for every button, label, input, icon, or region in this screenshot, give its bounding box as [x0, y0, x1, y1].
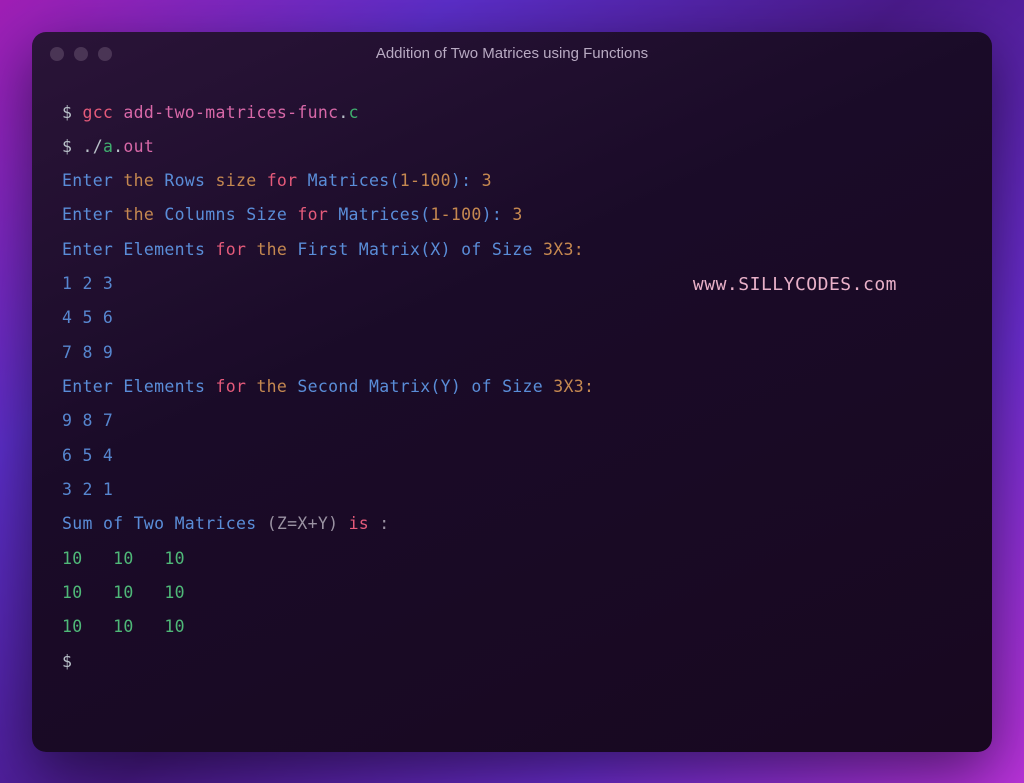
matrix-input-row: 4 5 6: [62, 301, 962, 335]
text: Elements: [123, 240, 205, 259]
text: 1-100: [430, 205, 481, 224]
text: Matrices: [175, 514, 257, 533]
out: out: [123, 137, 154, 156]
result-row: 10 10 10: [62, 610, 962, 644]
text: Rows: [164, 171, 205, 190]
text: Second: [297, 377, 358, 396]
terminal-window: Addition of Two Matrices using Functions…: [32, 32, 992, 752]
text: Sum: [62, 514, 93, 533]
text: First: [297, 240, 348, 259]
text: Enter: [62, 171, 113, 190]
first-matrix-prompt: Enter Elements for the First Matrix(X) o…: [62, 233, 962, 267]
close-icon[interactable]: [50, 47, 64, 61]
text: Columns: [164, 205, 236, 224]
text: Two: [134, 514, 165, 533]
text: the: [123, 171, 154, 190]
text: Elements: [123, 377, 205, 396]
text: 3X3:: [543, 240, 584, 259]
traffic-lights: [50, 47, 112, 61]
matrix-input-row: 6 5 4: [62, 439, 962, 473]
text: the: [256, 240, 287, 259]
text: Enter: [62, 205, 113, 224]
text: of: [103, 514, 123, 533]
text: for: [216, 240, 247, 259]
text: 1-100: [400, 171, 451, 190]
text: ):: [451, 171, 482, 190]
second-matrix-prompt: Enter Elements for the Second Matrix(Y) …: [62, 370, 962, 404]
window-title: Addition of Two Matrices using Functions: [32, 45, 992, 62]
rows-prompt-line: Enter the Rows size for Matrices(1-100):…: [62, 164, 962, 198]
matrix-input-row: 1 2 3: [62, 267, 962, 301]
text: ):: [482, 205, 513, 224]
terminal-body[interactable]: www.SILLYCODES.com $ gcc add-two-matrice…: [32, 76, 992, 752]
text: Enter: [62, 240, 113, 259]
matrix-input-row: 3 2 1: [62, 473, 962, 507]
text: (Z=X+Y): [267, 514, 339, 533]
sum-prompt: Sum of Two Matrices (Z=X+Y) is :: [62, 507, 962, 541]
maximize-icon[interactable]: [98, 47, 112, 61]
cols-prompt-line: Enter the Columns Size for Matrices(1-10…: [62, 198, 962, 232]
text: of: [461, 240, 481, 259]
matrix-input-row: 7 8 9: [62, 336, 962, 370]
compile-line: $ gcc add-two-matrices-func.c: [62, 96, 962, 130]
text: the: [256, 377, 287, 396]
title-bar: Addition of Two Matrices using Functions: [32, 32, 992, 76]
gcc-cmd: gcc: [82, 103, 113, 122]
final-prompt: $: [62, 645, 962, 679]
text: for: [216, 377, 247, 396]
result-row: 10 10 10: [62, 576, 962, 610]
result-row: 10 10 10: [62, 542, 962, 576]
text: of: [471, 377, 491, 396]
source-file: add-two-matrices-func: [123, 103, 338, 122]
prompt-symbol: $: [62, 103, 72, 122]
a: a: [103, 137, 113, 156]
text: Matrices(: [338, 205, 430, 224]
matrix-input-row: 9 8 7: [62, 404, 962, 438]
text: Size: [246, 205, 287, 224]
text: Size: [502, 377, 543, 396]
text: Matrix(Y): [369, 377, 461, 396]
text: Enter: [62, 377, 113, 396]
text: for: [267, 171, 298, 190]
run-line: $ ./a.out: [62, 130, 962, 164]
text: size: [216, 171, 257, 190]
text: for: [297, 205, 328, 224]
text: Matrix(X): [359, 240, 451, 259]
text: is: [349, 514, 369, 533]
input-value: 3: [512, 205, 522, 224]
text: :: [379, 514, 389, 533]
prompt-symbol: $: [62, 652, 72, 671]
text: 3X3:: [553, 377, 594, 396]
prompt-symbol: $: [62, 137, 72, 156]
minimize-icon[interactable]: [74, 47, 88, 61]
dotslash: ./: [82, 137, 102, 156]
text: Matrices(: [308, 171, 400, 190]
text: Size: [492, 240, 533, 259]
input-value: 3: [482, 171, 492, 190]
text: the: [123, 205, 154, 224]
file-ext: c: [349, 103, 359, 122]
dot: .: [113, 137, 123, 156]
dot: .: [338, 103, 348, 122]
